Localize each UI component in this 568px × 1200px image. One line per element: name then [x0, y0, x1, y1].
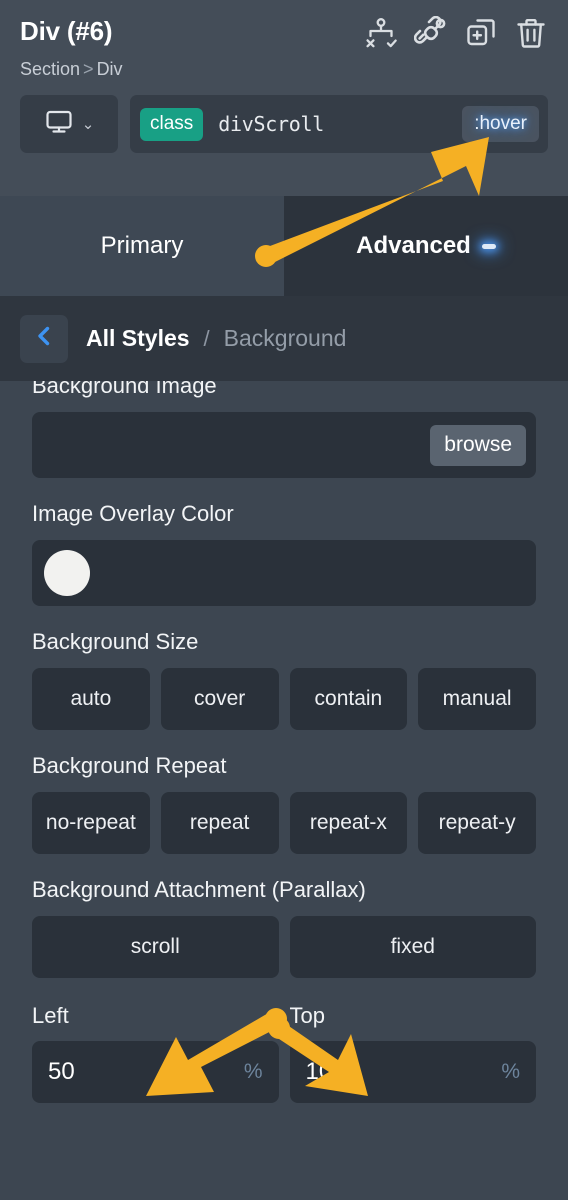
- image-overlay-color-input[interactable]: [32, 540, 536, 606]
- breadcrumb-parent[interactable]: Section: [20, 59, 80, 79]
- position-left-label: Left: [32, 1003, 69, 1028]
- background-repeat-option-repeat-x[interactable]: repeat-x: [289, 792, 408, 854]
- background-size-option-auto[interactable]: auto: [32, 668, 150, 730]
- background-repeat-label: Background Repeat: [32, 753, 227, 778]
- position-top-unit[interactable]: %: [501, 1060, 520, 1084]
- background-size-options: auto cover contain manual: [32, 668, 536, 730]
- tab-advanced-badge-icon: [481, 243, 496, 249]
- position-left-group: Left 50 %: [32, 1002, 279, 1103]
- position-top-value: 100: [305, 1058, 346, 1085]
- header-top-row: Div (#6): [20, 14, 548, 50]
- tab-advanced-label: Advanced: [356, 232, 471, 259]
- tab-advanced[interactable]: Advanced: [284, 196, 568, 296]
- background-attachment-option-fixed[interactable]: fixed: [289, 916, 536, 978]
- duplicate-icon[interactable]: [464, 16, 498, 50]
- browse-button[interactable]: browse: [430, 424, 526, 466]
- position-top-group: Top 100 %: [289, 1002, 536, 1103]
- styles-breadcrumb-bar: All Styles / Background: [0, 296, 568, 381]
- background-position-row: Left 50 % Top 100 %: [32, 1002, 536, 1103]
- tab-bar: Primary Advanced: [0, 196, 568, 296]
- position-top-input[interactable]: 100 %: [289, 1041, 536, 1103]
- style-editor-panel: Div (#6) Section > Div ⌄ class divScroll…: [0, 0, 568, 1200]
- background-repeat-option-no-repeat[interactable]: no-repeat: [32, 792, 150, 854]
- styles-breadcrumb-separator: /: [203, 325, 210, 351]
- selector-field[interactable]: class divScroll :hover: [130, 95, 548, 153]
- chevron-left-icon: [32, 324, 56, 353]
- sitemap-toggle-icon[interactable]: [364, 16, 398, 50]
- background-image-label: Background Image: [32, 381, 217, 398]
- position-left-unit[interactable]: %: [244, 1060, 263, 1084]
- breadcrumb: Section > Div: [20, 57, 548, 81]
- breadcrumb-current[interactable]: Div: [97, 59, 123, 79]
- back-button[interactable]: [20, 314, 68, 363]
- background-repeat-option-repeat[interactable]: repeat: [160, 792, 279, 854]
- chevron-down-icon: ⌄: [81, 115, 95, 133]
- tab-primary[interactable]: Primary: [0, 196, 284, 296]
- background-size-label: Background Size: [32, 629, 199, 654]
- position-left-value: 50: [48, 1058, 75, 1085]
- styles-scroll-area[interactable]: Background Image browse Image Overlay Co…: [0, 381, 568, 1200]
- background-attachment-options: scroll fixed: [32, 916, 536, 978]
- tab-primary-label: Primary: [100, 232, 184, 259]
- page-title: Div (#6): [20, 16, 113, 46]
- selector-state-hover[interactable]: :hover: [462, 106, 539, 142]
- desktop-icon: [44, 107, 74, 142]
- image-overlay-color-label: Image Overlay Color: [32, 501, 234, 526]
- background-repeat-options: no-repeat repeat repeat-x repeat-y: [32, 792, 536, 854]
- background-size-option-contain[interactable]: contain: [289, 668, 408, 730]
- background-size-option-manual[interactable]: manual: [418, 668, 536, 730]
- trash-icon[interactable]: [514, 16, 548, 50]
- color-swatch[interactable]: [44, 550, 90, 596]
- background-attachment-option-scroll[interactable]: scroll: [32, 916, 279, 978]
- unlink-icon[interactable]: [414, 16, 448, 50]
- background-attachment-label: Background Attachment (Parallax): [32, 877, 366, 902]
- selector-type-pill[interactable]: class: [140, 107, 204, 141]
- background-repeat-option-repeat-y[interactable]: repeat-y: [418, 792, 536, 854]
- selector-row: ⌄ class divScroll :hover: [20, 95, 548, 153]
- panel-header: Div (#6) Section > Div ⌄ class divScroll…: [0, 0, 568, 196]
- device-selector[interactable]: ⌄: [20, 95, 118, 153]
- background-size-option-cover[interactable]: cover: [160, 668, 279, 730]
- styles-breadcrumb-root[interactable]: All Styles: [86, 325, 190, 352]
- background-image-input[interactable]: browse: [32, 412, 536, 478]
- position-left-input[interactable]: 50 %: [32, 1041, 279, 1103]
- position-top-label: Top: [289, 1003, 325, 1028]
- header-action-icons: [364, 14, 548, 50]
- styles-breadcrumb-section: Background: [223, 325, 347, 351]
- breadcrumb-separator: >: [83, 59, 94, 79]
- selector-name[interactable]: divScroll: [218, 112, 324, 136]
